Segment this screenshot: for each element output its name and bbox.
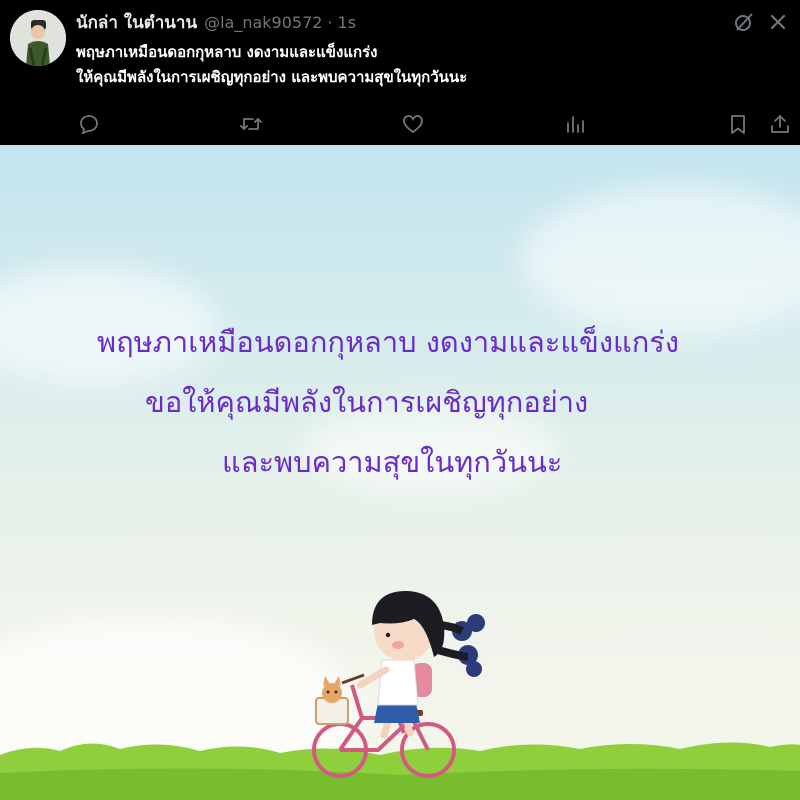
tweet-text-line: พฤษภาเหมือนดอกกุหลาบ งดงามและแข็งแกร่ง	[76, 43, 378, 61]
tweet-text-line: ให้คุณมีพลังในการเผชิญทุกอย่าง และพบความ…	[76, 68, 468, 86]
tweet: นักล่า ในตำนาน @la_nak90572 · 1s พฤษภาเห…	[0, 0, 800, 145]
tweet-text: พฤษภาเหมือนดอกกุหลาบ งดงามและแข็งแกร่ง ใ…	[76, 40, 716, 90]
timestamp[interactable]: 1s	[338, 13, 357, 32]
repost-icon[interactable]	[239, 112, 263, 136]
bicycle-scene	[0, 590, 800, 800]
avatar[interactable]	[10, 10, 66, 66]
user-handle[interactable]: @la_nak90572	[204, 13, 322, 32]
like-icon[interactable]	[401, 112, 425, 136]
share-icon[interactable]	[768, 112, 792, 136]
reply-icon[interactable]	[77, 112, 101, 136]
cat	[322, 676, 342, 703]
bookmark-icon[interactable]	[726, 112, 750, 136]
more-icon[interactable]	[767, 11, 789, 33]
separator: ·	[327, 12, 333, 32]
grok-icon[interactable]	[733, 11, 755, 33]
post-image[interactable]: พฤษภาเหมือนดอกกุหลาบ งดงามและแข็งแกร่ง ข…	[0, 145, 800, 800]
display-name[interactable]: นักล่า ในตำนาน	[76, 9, 197, 36]
views-icon[interactable]	[563, 112, 587, 136]
action-bar	[0, 112, 800, 138]
tweet-header: นักล่า ในตำนาน @la_nak90572 · 1s	[76, 10, 356, 34]
